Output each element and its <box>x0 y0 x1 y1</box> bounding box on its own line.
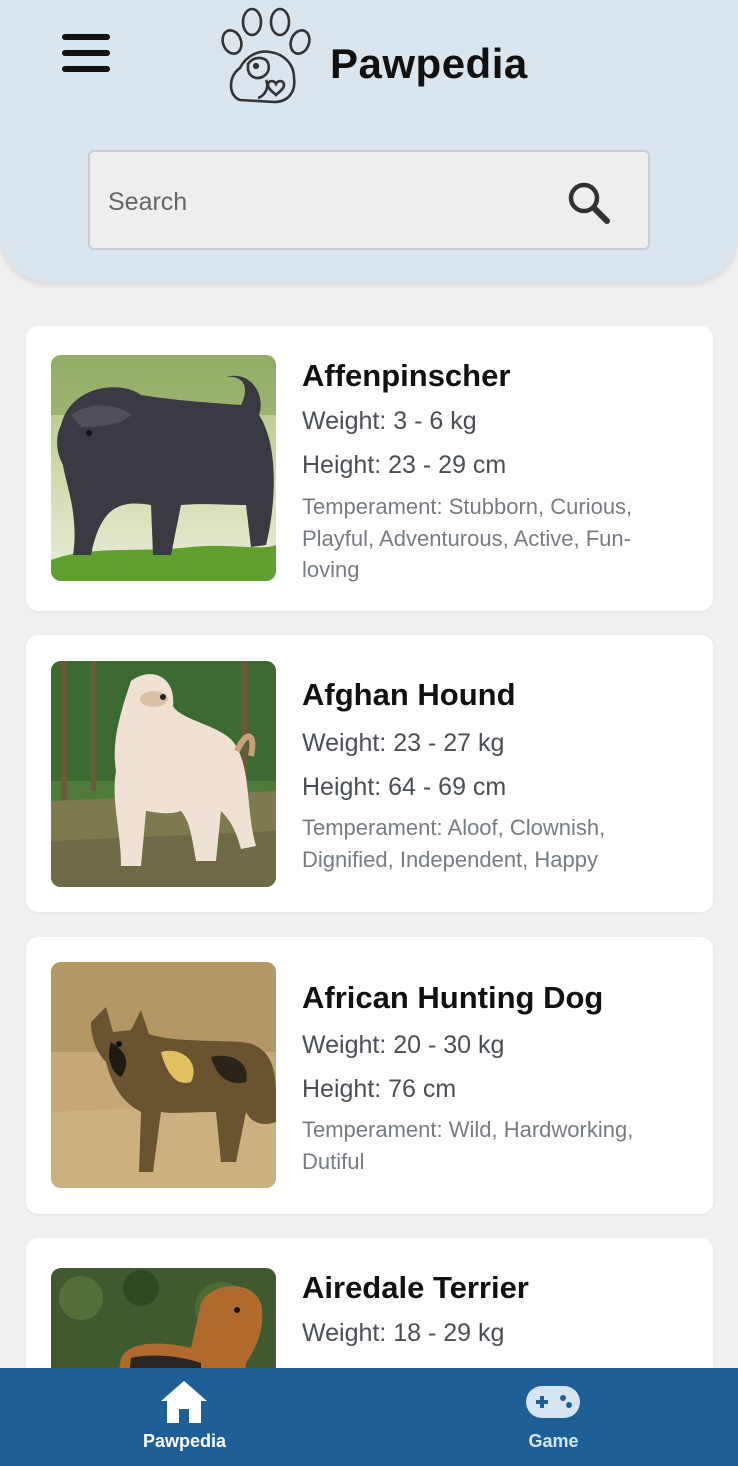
breed-temperament: Temperament: Aloof, Clownish, Dignified,… <box>302 815 606 872</box>
search-bar[interactable] <box>88 150 650 250</box>
breed-weight: Weight: 23 - 27 kg <box>302 729 505 757</box>
breed-photo-affenpinscher <box>51 355 276 581</box>
paw-logo-icon <box>218 6 314 104</box>
home-icon <box>159 1379 209 1425</box>
breed-photo-african-hunting-dog <box>51 962 276 1188</box>
breed-name: Airedale Terrier <box>302 1270 529 1305</box>
breed-card[interactable]: African Hunting Dog Weight: 20 - 30 kg H… <box>26 937 713 1214</box>
app-title: Pawpedia <box>330 40 528 87</box>
breed-height: Height: 23 - 29 cm <box>302 451 507 479</box>
breed-temperament: Temperament: Wild, Hardworking, Dutiful <box>302 1117 634 1174</box>
breed-temperament: Temperament: Stubborn, Curious, Playful,… <box>302 494 633 582</box>
gamepad-icon <box>525 1385 581 1419</box>
nav-tab-game[interactable]: Game <box>369 1368 738 1466</box>
breed-photo-afghan-hound <box>51 661 276 887</box>
breed-name: Affenpinscher <box>302 358 511 393</box>
nav-label-game: Game <box>528 1431 579 1451</box>
search-icon[interactable] <box>566 180 612 226</box>
nav-tab-pawpedia[interactable]: Pawpedia <box>0 1368 369 1466</box>
breed-weight: Weight: 20 - 30 kg <box>302 1031 505 1059</box>
nav-label-pawpedia: Pawpedia <box>142 1431 227 1451</box>
breed-name: Afghan Hound <box>302 677 516 712</box>
bottom-nav: Pawpedia Game <box>0 1368 738 1466</box>
app-header: Pawpedia <box>0 0 738 282</box>
breed-height: Height: 76 cm <box>302 1075 457 1103</box>
breed-card[interactable]: Afghan Hound Weight: 23 - 27 kg Height: … <box>26 635 713 912</box>
breed-weight: Weight: 3 - 6 kg <box>302 407 477 435</box>
breed-name: African Hunting Dog <box>302 980 604 1015</box>
breed-card[interactable]: Affenpinscher Weight: 3 - 6 kg Height: 2… <box>26 326 713 611</box>
breed-weight: Weight: 18 - 29 kg <box>302 1319 505 1347</box>
search-input[interactable] <box>108 182 548 222</box>
hamburger-menu-icon[interactable] <box>62 34 112 76</box>
breed-height: Height: 64 - 69 cm <box>302 773 507 801</box>
